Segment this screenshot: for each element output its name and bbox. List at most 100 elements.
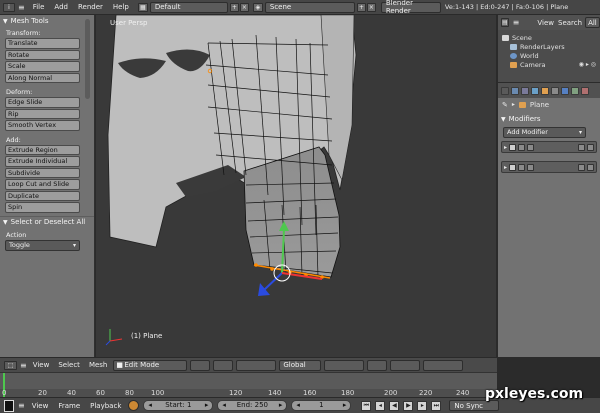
start-frame-field[interactable]: ◂ Start: 1 ▸ bbox=[143, 400, 214, 411]
menu-add[interactable]: Add bbox=[49, 3, 73, 11]
end-frame-field[interactable]: ◂ End: 250 ▸ bbox=[217, 400, 288, 411]
limit-selection-toggle[interactable] bbox=[367, 359, 388, 371]
constraints-tab-icon[interactable] bbox=[551, 86, 559, 95]
tool-shelf-scrollbar[interactable] bbox=[85, 19, 90, 99]
modifier-viewport-icon[interactable] bbox=[527, 163, 535, 171]
viewport-shading-select[interactable] bbox=[190, 359, 211, 371]
world-tab-icon[interactable] bbox=[531, 86, 539, 95]
modifier-render-icon[interactable] bbox=[518, 143, 526, 151]
outliner-editor-icon[interactable]: ▤ bbox=[501, 18, 509, 27]
pin-icon[interactable]: ✎ bbox=[502, 101, 508, 109]
layout-add-icon[interactable]: + bbox=[229, 2, 239, 12]
scale-button[interactable]: Scale bbox=[5, 61, 80, 72]
expand-triangle-icon[interactable]: ▸ bbox=[504, 144, 507, 151]
jump-start-icon[interactable]: ⏮ bbox=[361, 400, 372, 411]
modifier-render-icon[interactable] bbox=[518, 163, 526, 171]
render-engine-select[interactable]: Blender Render bbox=[380, 0, 441, 15]
scene-tab-icon[interactable] bbox=[521, 86, 529, 95]
snap-settings[interactable] bbox=[423, 359, 464, 371]
rotate-button[interactable]: Rotate bbox=[5, 49, 80, 60]
playback-menu[interactable]: Playback bbox=[87, 402, 124, 410]
layout-field[interactable]: Default bbox=[149, 1, 228, 13]
outliner-view-menu[interactable]: View bbox=[535, 19, 556, 27]
frame-menu[interactable]: Frame bbox=[55, 402, 83, 410]
play-reverse-icon[interactable]: ◀ bbox=[389, 400, 400, 411]
extrude-individual-button[interactable]: Extrude Individual bbox=[5, 156, 80, 167]
decrement-arrow-icon[interactable]: ◂ bbox=[296, 401, 300, 410]
object-tab-icon[interactable] bbox=[541, 86, 549, 95]
increment-arrow-icon[interactable]: ▸ bbox=[279, 401, 283, 410]
properties-editor-icon[interactable] bbox=[501, 86, 509, 95]
record-icon[interactable] bbox=[128, 400, 140, 411]
modifier-menu-icon[interactable] bbox=[578, 143, 585, 151]
menu-collapse-icon[interactable]: ≡ bbox=[20, 361, 27, 370]
editor-type-icon[interactable]: i bbox=[3, 2, 15, 12]
play-icon[interactable]: ▶ bbox=[403, 400, 414, 411]
increment-arrow-icon[interactable]: ▸ bbox=[343, 401, 347, 410]
modifiers-tab-icon[interactable] bbox=[561, 86, 569, 95]
add-modifier-dropdown[interactable]: Add Modifier bbox=[503, 127, 586, 138]
increment-arrow-icon[interactable]: ▸ bbox=[205, 401, 209, 410]
scene-remove-icon[interactable]: × bbox=[366, 2, 376, 12]
select-menu[interactable]: Select bbox=[55, 361, 83, 369]
timeline[interactable]: 0 20 40 60 80 100 120 140 160 180 200 22… bbox=[0, 372, 497, 398]
spin-button[interactable]: Spin bbox=[5, 202, 80, 213]
3d-viewport[interactable]: User Persp (1) Plane bbox=[96, 15, 496, 357]
menu-render[interactable]: Render bbox=[73, 3, 108, 11]
operator-panel-header[interactable]: ▼ Select or Deselect All bbox=[0, 215, 94, 228]
3d-view-editor-icon[interactable]: ⬚ bbox=[4, 360, 17, 370]
modifier-close-icon[interactable] bbox=[587, 163, 594, 171]
extrude-region-button[interactable]: Extrude Region bbox=[5, 144, 80, 155]
pivot-point-select[interactable] bbox=[213, 359, 234, 371]
mesh-tools-header[interactable]: ▼ Mesh Tools bbox=[0, 15, 94, 27]
modifier-close-icon[interactable] bbox=[587, 143, 594, 151]
duplicate-button[interactable]: Duplicate bbox=[5, 190, 80, 201]
outliner-item-scene[interactable]: Scene bbox=[502, 33, 600, 42]
timeline-track[interactable] bbox=[0, 373, 497, 389]
render-tab-icon[interactable] bbox=[511, 86, 519, 95]
visibility-eye-icon[interactable]: ◉ ▸ ◎ bbox=[579, 61, 596, 68]
layout-remove-icon[interactable]: × bbox=[239, 2, 249, 12]
menu-collapse-icon[interactable]: ≡ bbox=[18, 401, 25, 410]
proportional-edit-select[interactable] bbox=[390, 359, 421, 371]
material-tab-icon[interactable] bbox=[581, 86, 589, 95]
subdivide-button[interactable]: Subdivide bbox=[5, 167, 80, 178]
modifier-viewport-icon[interactable] bbox=[527, 143, 535, 151]
modifier-row-1[interactable]: ▸ bbox=[501, 141, 597, 153]
decrement-arrow-icon[interactable]: ◂ bbox=[222, 401, 226, 410]
translate-button[interactable]: Translate bbox=[5, 38, 80, 49]
menu-collapse-icon[interactable]: ≡ bbox=[18, 3, 25, 12]
orientation-select[interactable]: Global bbox=[279, 359, 322, 371]
mode-select[interactable]: ■ Edit Mode bbox=[113, 359, 188, 371]
select-mode-buttons[interactable] bbox=[324, 359, 365, 371]
outliner-item-world[interactable]: World bbox=[502, 51, 600, 60]
timeline-view-menu[interactable]: View bbox=[29, 402, 52, 410]
view-menu[interactable]: View bbox=[30, 361, 53, 369]
along-normal-button[interactable]: Along Normal bbox=[5, 72, 80, 83]
layout-icon[interactable]: ▦ bbox=[137, 2, 148, 12]
data-tab-icon[interactable] bbox=[571, 86, 579, 95]
rip-button[interactable]: Rip bbox=[5, 108, 80, 119]
manipulator-toggles[interactable] bbox=[236, 359, 277, 371]
menu-collapse-icon[interactable]: ≡ bbox=[513, 18, 520, 27]
action-dropdown[interactable]: Toggle bbox=[5, 239, 80, 251]
outliner-item-camera[interactable]: Camera ◉ ▸ ◎ bbox=[502, 60, 600, 69]
mesh-menu[interactable]: Mesh bbox=[86, 361, 110, 369]
outliner-item-renderlayers[interactable]: RenderLayers bbox=[502, 42, 600, 51]
outliner-search-menu[interactable]: Search bbox=[556, 19, 584, 27]
menu-file[interactable]: File bbox=[28, 3, 50, 11]
edge-slide-button[interactable]: Edge Slide bbox=[5, 97, 80, 108]
current-frame-field[interactable]: ◂ 1 ▸ bbox=[291, 400, 352, 411]
timeline-editor-icon[interactable] bbox=[4, 399, 14, 412]
menu-help[interactable]: Help bbox=[108, 3, 134, 11]
jump-end-icon[interactable]: ⏭ bbox=[431, 400, 442, 411]
prev-keyframe-icon[interactable]: ◂ bbox=[375, 400, 386, 411]
scene-add-icon[interactable]: + bbox=[356, 2, 366, 12]
decrement-arrow-icon[interactable]: ◂ bbox=[148, 401, 152, 410]
outliner-all-button[interactable]: All bbox=[585, 17, 600, 28]
modifier-row-2[interactable]: ▸ bbox=[501, 161, 597, 173]
loop-cut-slide-button[interactable]: Loop Cut and Slide bbox=[5, 179, 80, 190]
scene-icon[interactable]: ◈ bbox=[252, 2, 263, 12]
smooth-vertex-button[interactable]: Smooth Vertex bbox=[5, 120, 80, 131]
modifier-menu-icon[interactable] bbox=[578, 163, 585, 171]
